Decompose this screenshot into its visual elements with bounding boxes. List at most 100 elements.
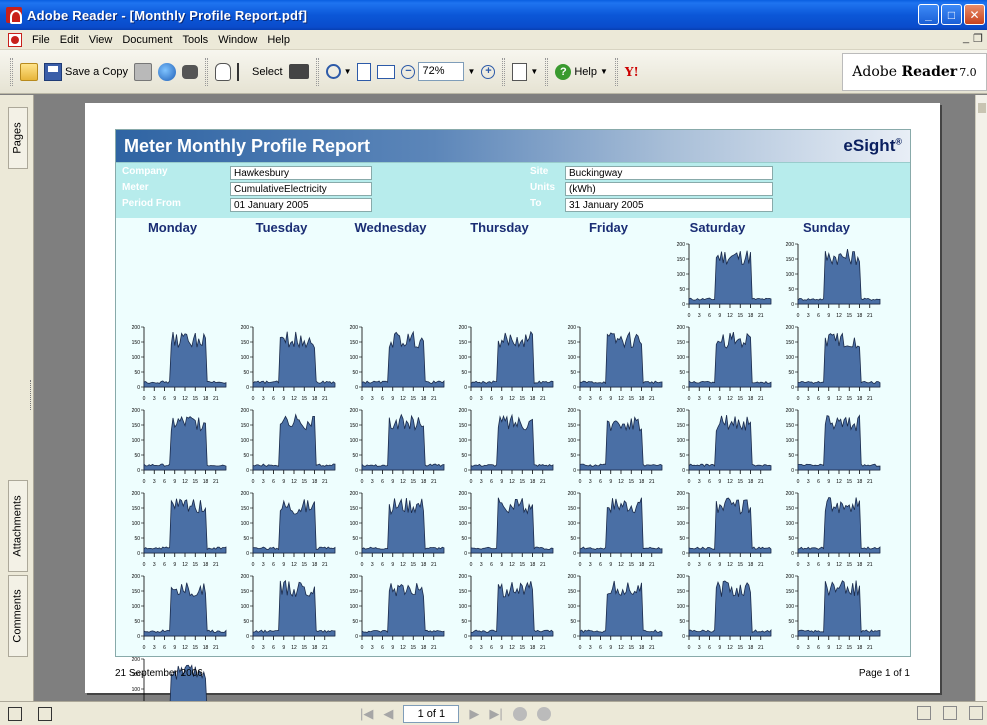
toolbar-grip[interactable] <box>502 57 506 86</box>
y-tick-label: 0 <box>791 385 794 391</box>
x-tick-label: 18 <box>203 479 209 485</box>
load-profile-area <box>361 583 445 637</box>
menu-file[interactable]: File <box>27 34 55 46</box>
x-tick-label: 21 <box>540 562 546 568</box>
hand-tool-button[interactable] <box>212 59 234 85</box>
x-tick-label: 3 <box>698 313 701 319</box>
vertical-scrollbar[interactable] <box>975 95 987 701</box>
page-number-field[interactable]: 1 of 1 <box>403 705 460 723</box>
next-view-button[interactable] <box>536 707 551 721</box>
x-tick-label: 3 <box>153 645 156 651</box>
search-button[interactable] <box>179 59 201 85</box>
help-button[interactable]: ? Help ▼ <box>552 59 611 85</box>
fit-page-button[interactable] <box>354 59 374 85</box>
doc-minimize-button[interactable]: _ <box>963 32 969 45</box>
tab-comments[interactable]: Comments <box>8 575 28 657</box>
menu-help[interactable]: Help <box>262 34 295 46</box>
toolbar-grip[interactable] <box>315 57 319 86</box>
email-button[interactable] <box>155 59 179 85</box>
x-tick-label: 6 <box>817 562 820 568</box>
y-tick-label: 50 <box>352 453 358 459</box>
minimize-button[interactable]: _ <box>918 4 939 25</box>
document-properties-icon[interactable] <box>38 706 52 721</box>
y-tick-label: 50 <box>788 370 794 376</box>
next-page-button[interactable]: ▶ <box>469 706 479 722</box>
tab-pages[interactable]: Pages <box>8 107 28 169</box>
first-page-button[interactable]: |◀ <box>360 706 373 722</box>
snapshot-button[interactable] <box>286 59 312 85</box>
zoom-out-button[interactable]: − <box>398 59 418 85</box>
x-tick-label: 3 <box>698 479 701 485</box>
y-tick-label: 0 <box>464 385 467 391</box>
x-tick-label: 15 <box>519 645 525 651</box>
x-tick-label: 3 <box>698 396 701 402</box>
maximize-button[interactable]: □ <box>941 4 962 25</box>
x-tick-label: 12 <box>836 479 842 485</box>
daily-profile-chart: 0 50 100 150 200 0 3 6 9 12 15 18 21 <box>776 406 884 486</box>
fit-width-button[interactable] <box>374 59 398 85</box>
toolbar-grip[interactable] <box>545 57 549 86</box>
y-tick-label: 200 <box>677 574 686 580</box>
document-view[interactable]: Meter Monthly Profile Report eSight® Com… <box>35 95 975 701</box>
x-tick-label: 18 <box>421 562 427 568</box>
y-tick-label: 50 <box>570 536 576 542</box>
x-tick-label: 9 <box>718 645 721 651</box>
x-tick-label: 12 <box>182 396 188 402</box>
y-tick-label: 200 <box>677 242 686 248</box>
doc-restore-button[interactable]: ❐ <box>973 32 983 45</box>
save-copy-button[interactable]: Save a Copy <box>41 59 131 85</box>
print-button[interactable] <box>131 59 155 85</box>
y-tick-label: 150 <box>241 506 250 512</box>
continuous-layout-button[interactable] <box>943 706 957 720</box>
y-tick-label: 0 <box>573 551 576 557</box>
x-tick-label: 21 <box>322 645 328 651</box>
x-tick-label: 6 <box>708 645 711 651</box>
zoom-in-button[interactable]: + <box>478 59 498 85</box>
last-page-button[interactable]: ▶| <box>489 706 502 722</box>
day-label-thursday: Thursday <box>470 220 529 235</box>
load-profile-area <box>797 497 881 554</box>
select-tool-button[interactable]: Select <box>234 59 286 85</box>
yahoo-button[interactable]: Y! <box>622 59 642 85</box>
zoom-input[interactable]: 72% <box>418 62 465 81</box>
y-tick-label: 100 <box>568 355 577 361</box>
menu-window[interactable]: Window <box>213 34 262 46</box>
load-profile-area <box>361 330 445 388</box>
x-tick-label: 15 <box>628 562 634 568</box>
page-layout-button[interactable]: ▼ <box>509 59 541 85</box>
facing-layout-button[interactable] <box>969 706 983 720</box>
previous-page-button[interactable]: ◀ <box>383 706 393 722</box>
close-button[interactable]: ✕ <box>964 4 985 25</box>
x-tick-label: 3 <box>698 562 701 568</box>
printer-icon <box>133 62 152 81</box>
x-tick-label: 9 <box>500 645 503 651</box>
x-tick-label: 6 <box>708 313 711 319</box>
daily-profile-chart: 0 50 100 150 200 0 3 6 9 12 15 18 21 <box>558 323 666 403</box>
day-label-tuesday: Tuesday <box>255 220 308 235</box>
adobe-reader-app-icon[interactable] <box>6 7 22 24</box>
document-icon[interactable] <box>8 32 22 47</box>
tab-attachments[interactable]: Attachments <box>8 480 28 572</box>
y-tick-label: 150 <box>459 506 468 512</box>
y-tick-label: 150 <box>241 423 250 429</box>
page-thumbnail-icon[interactable] <box>8 706 22 721</box>
x-tick-label: 9 <box>609 562 612 568</box>
menu-view[interactable]: View <box>84 34 118 46</box>
menu-edit[interactable]: Edit <box>55 34 84 46</box>
x-tick-label: 3 <box>589 562 592 568</box>
toolbar-grip[interactable] <box>614 57 618 86</box>
window-title: Adobe Reader - [Monthly Profile Report.p… <box>27 7 308 23</box>
toolbar-grip[interactable] <box>10 57 13 86</box>
x-tick-label: 0 <box>470 396 473 402</box>
nav-pane-resize-handle[interactable] <box>30 380 32 410</box>
single-page-layout-button[interactable] <box>917 706 931 720</box>
load-profile-area <box>797 414 881 471</box>
toolbar-grip[interactable] <box>204 57 208 86</box>
open-button[interactable] <box>17 59 41 85</box>
menu-tools[interactable]: Tools <box>178 34 214 46</box>
previous-view-button[interactable] <box>512 707 527 721</box>
daily-profile-chart: 0 50 100 150 200 0 3 6 9 12 15 18 21 <box>231 323 339 403</box>
menu-document[interactable]: Document <box>117 34 177 46</box>
zoom-dropdown-button[interactable]: ▼ <box>464 59 478 85</box>
zoom-tool-button[interactable]: ▼ <box>323 59 355 85</box>
